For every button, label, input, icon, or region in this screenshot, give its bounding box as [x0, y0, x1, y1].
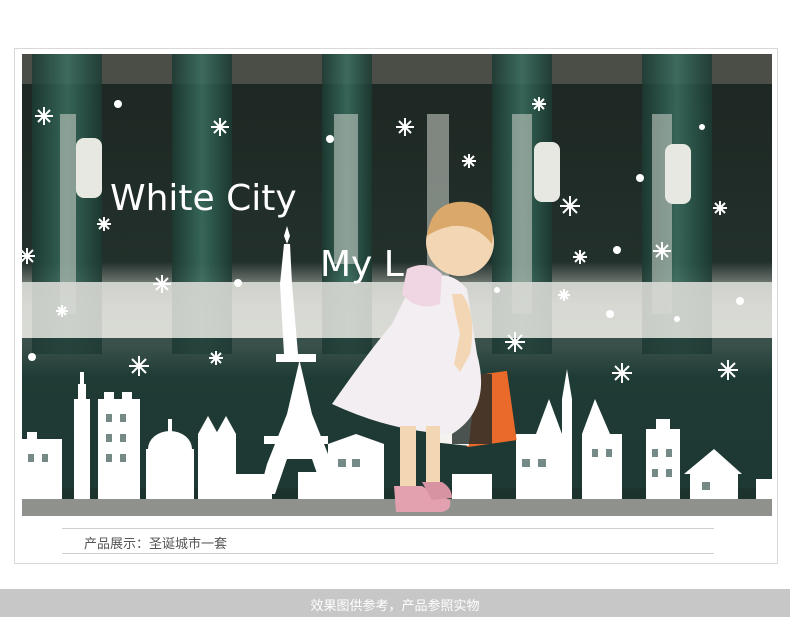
footer-bar: 效果图供参考，产品参照实物: [0, 589, 790, 617]
sticker-subtitle: My L: [320, 244, 404, 285]
sticker-title: White City: [110, 178, 297, 219]
product-photo: White City My L: [22, 54, 772, 516]
window-scene: White City My L: [22, 54, 772, 516]
footer-disclaimer: 效果图供参考，产品参照实物: [310, 599, 480, 614]
product-caption: 产品展示：圣诞城市一套: [84, 537, 228, 552]
caption-area: 产品展示：圣诞城市一套: [62, 528, 714, 554]
